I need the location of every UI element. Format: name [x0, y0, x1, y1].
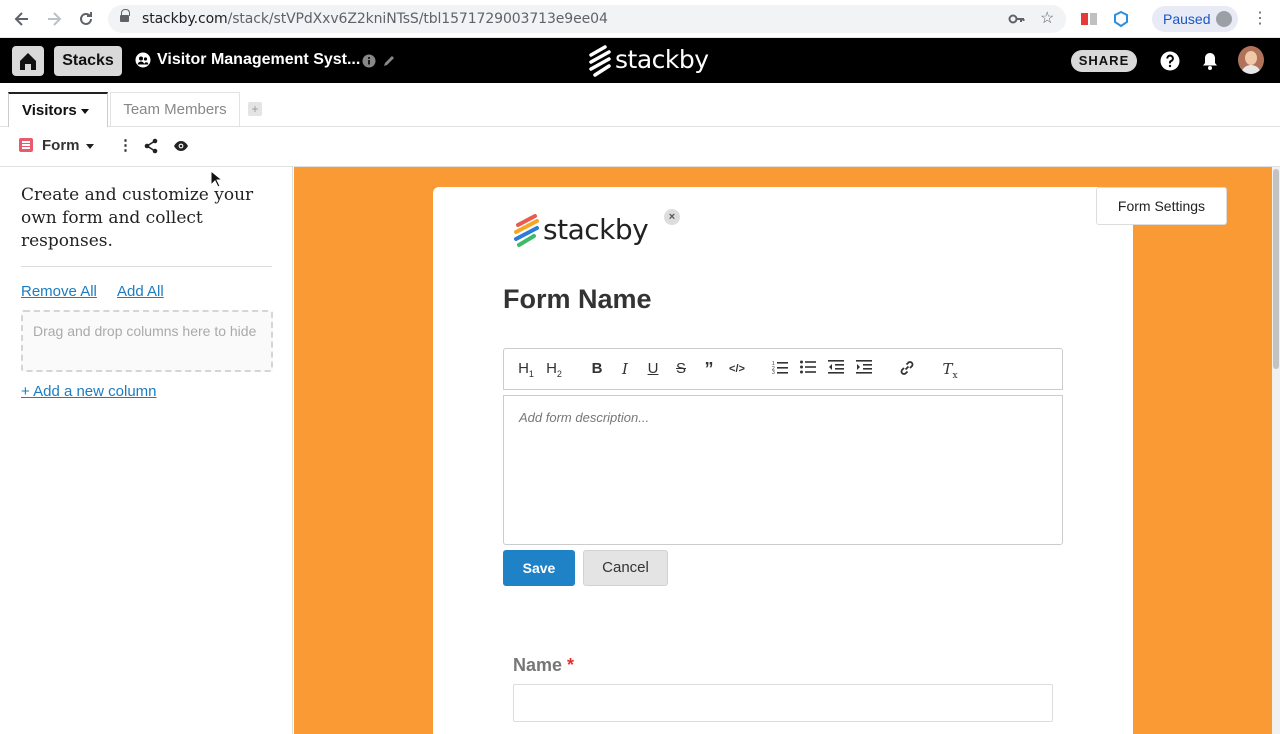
form-card: stackby × Form Name H1 H2 B I U S ” </> …	[433, 187, 1133, 734]
bullet-list-icon[interactable]	[798, 360, 818, 379]
profile-status-button[interactable]: Paused	[1152, 6, 1238, 32]
share-view-icon[interactable]	[143, 138, 159, 159]
tab-visitors-label: Visitors	[22, 102, 77, 119]
svg-text:3: 3	[772, 370, 775, 374]
remove-logo-icon[interactable]: ×	[664, 209, 680, 225]
extension-2-icon[interactable]	[1112, 10, 1130, 33]
view-toolbar: Form ⋮	[0, 127, 1280, 167]
description-placeholder: Add form description...	[519, 410, 650, 425]
share-button[interactable]: SHARE	[1071, 50, 1137, 72]
cancel-button[interactable]: Cancel	[583, 550, 668, 586]
users-icon	[135, 52, 151, 73]
home-button[interactable]	[12, 46, 44, 76]
required-mark: *	[567, 655, 575, 675]
add-all-link[interactable]: Add All	[117, 283, 164, 300]
form-canvas: stackby × Form Name H1 H2 B I U S ” </> …	[294, 167, 1280, 734]
tab-visitors[interactable]: Visitors	[8, 92, 108, 128]
save-button[interactable]: Save	[503, 550, 575, 586]
key-icon[interactable]	[1008, 10, 1026, 33]
mouse-cursor-icon	[210, 169, 224, 193]
add-new-column-link[interactable]: + Add a new column	[21, 383, 157, 400]
forward-arrow-icon[interactable]	[44, 9, 64, 29]
reload-icon[interactable]	[76, 9, 96, 29]
preview-eye-icon[interactable]	[173, 139, 189, 157]
table-tabs: Visitors Team Members +	[0, 83, 1280, 128]
clear-format-icon[interactable]: Tx	[940, 360, 960, 385]
remove-all-link[interactable]: Remove All	[21, 283, 97, 300]
heading1-icon[interactable]: H1	[516, 360, 536, 383]
bookmark-star-icon[interactable]: ☆	[1040, 10, 1054, 28]
address-bar[interactable]: stackby.com/stack/stVPdXxv6Z2kniNTsS/tbl…	[108, 5, 1066, 33]
scrollbar[interactable]	[1272, 167, 1280, 734]
profile-avatar-icon	[1216, 11, 1232, 27]
field-label-text: Name	[513, 655, 563, 675]
panel-description: Create and customize your own form and c…	[21, 185, 254, 251]
stacks-button[interactable]: Stacks	[54, 46, 122, 76]
add-table-icon[interactable]: +	[248, 102, 262, 116]
edit-pencil-icon[interactable]	[382, 54, 396, 73]
logo-text: stackby	[615, 45, 709, 74]
form-fields-panel: Create and customize your own form and c…	[0, 167, 293, 734]
strikethrough-icon[interactable]: S	[671, 360, 691, 378]
code-icon[interactable]: </>	[727, 360, 747, 378]
view-switcher[interactable]: Form	[42, 137, 80, 154]
url-text: stackby.com/stack/stVPdXxv6Z2kniNTsS/tbl…	[142, 11, 608, 27]
app-header: Stacks Visitor Management Syst... stackb…	[0, 38, 1280, 83]
underline-icon[interactable]: U	[643, 360, 663, 378]
form-logo[interactable]: stackby	[513, 213, 649, 249]
form-view-icon	[19, 138, 33, 152]
info-icon[interactable]	[362, 54, 376, 73]
help-icon[interactable]	[1160, 51, 1180, 76]
form-logo-text: stackby	[543, 213, 649, 246]
notification-bell-icon[interactable]	[1200, 51, 1220, 76]
scrollbar-thumb[interactable]	[1273, 169, 1279, 369]
bold-icon[interactable]: B	[587, 360, 607, 378]
outdent-icon[interactable]	[826, 360, 846, 379]
back-arrow-icon[interactable]	[12, 9, 32, 29]
rich-text-toolbar: H1 H2 B I U S ” </> 123 Tx	[503, 348, 1063, 390]
extension-icon[interactable]	[1080, 10, 1098, 33]
caret-down-icon[interactable]	[86, 144, 94, 149]
lock-icon	[120, 9, 130, 24]
heading2-icon[interactable]: H2	[544, 360, 564, 383]
link-icon[interactable]	[897, 360, 917, 381]
divider	[21, 266, 272, 267]
kebab-menu-icon[interactable]: ⋮	[1252, 10, 1268, 28]
hidden-columns-dropzone[interactable]: Drag and drop columns here to hide	[21, 310, 273, 372]
indent-icon[interactable]	[854, 360, 874, 379]
blockquote-icon[interactable]: ”	[699, 360, 719, 378]
form-description-editor[interactable]: Add form description...	[503, 395, 1063, 545]
tab-team-members[interactable]: Team Members	[110, 92, 240, 127]
italic-icon[interactable]: I	[615, 360, 635, 378]
form-settings-button[interactable]: Form Settings	[1096, 187, 1227, 225]
more-options-icon[interactable]: ⋮	[118, 136, 133, 154]
form-title[interactable]: Form Name	[503, 284, 652, 315]
field-label-name: Name *	[513, 655, 574, 676]
browser-chrome: stackby.com/stack/stVPdXxv6Z2kniNTsS/tbl…	[0, 0, 1280, 38]
caret-down-icon	[81, 109, 89, 114]
stackby-logo[interactable]: stackby	[588, 44, 709, 78]
stack-title[interactable]: Visitor Management Syst...	[157, 51, 360, 69]
ordered-list-icon[interactable]: 123	[770, 360, 790, 379]
profile-status-label: Paused	[1163, 11, 1211, 27]
user-avatar[interactable]	[1238, 46, 1264, 74]
name-field[interactable]	[513, 684, 1053, 722]
